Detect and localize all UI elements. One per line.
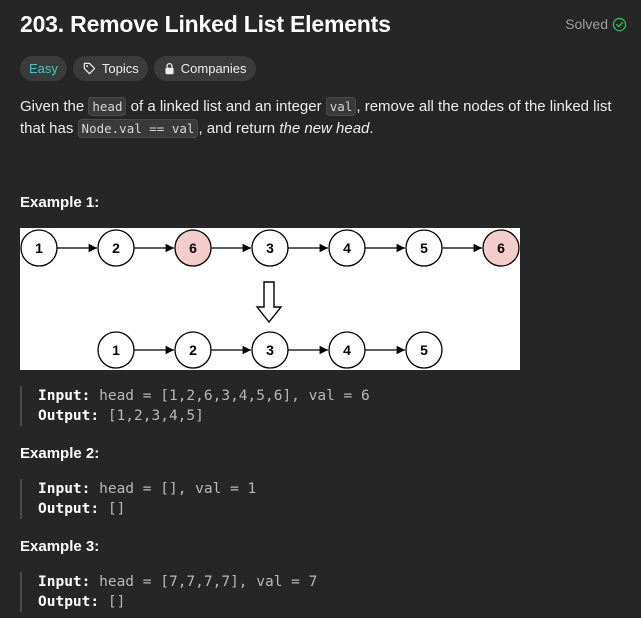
code-expr: Node.val == val [77,119,199,138]
top-node-label: 6 [497,240,505,256]
companies-button[interactable]: Companies [153,56,256,81]
example-2-block: Input: head = [], val = 1 Output: [] [20,479,256,519]
tag-icon [83,62,96,75]
lock-icon [165,62,174,75]
example-3-title: Example 3: [20,538,100,555]
desc-text: . [369,120,374,137]
solved-label: Solved [565,16,608,32]
code-head: head [88,97,127,116]
output-value: [] [99,594,126,610]
problem-description: Given the head of a linked list and an i… [20,96,630,140]
tag-row: Easy Topics Companies [20,56,256,81]
input-label: Input: [38,388,91,404]
output-label: Output: [38,594,100,610]
example-3-block: Input: head = [7,7,7,7], val = 7 Output:… [20,572,317,612]
problem-title: 203. Remove Linked List Elements [20,11,391,37]
bottom-node-label: 1 [112,342,120,358]
top-node-label: 4 [343,240,351,256]
top-node-label: 6 [189,240,197,256]
top-node-label: 5 [420,240,428,256]
topics-label: Topics [101,61,139,76]
check-circle-icon [612,17,627,31]
desc-text: Given the [20,98,89,115]
bottom-node-label: 5 [420,342,428,358]
top-node-label: 2 [112,240,120,256]
desc-text: of a linked list and an integer [126,98,326,115]
bottom-node-label: 2 [189,342,197,358]
down-arrow-icon [255,281,283,324]
output-value: [1,2,3,4,5] [99,408,204,424]
input-label: Input: [38,574,91,590]
example-1-block: Input: head = [1,2,6,3,4,5,6], val = 6 O… [20,386,370,426]
code-val: val [325,97,357,116]
desc-text: , and return [198,120,280,137]
input-value: head = [], val = 1 [90,481,257,497]
solved-status: Solved [565,16,627,32]
top-node-label: 3 [266,240,274,256]
linked-list-svg: 1 2 6 3 4 5 6 1 2 3 4 5 [20,229,520,369]
output-value: [] [99,501,126,517]
input-label: Input: [38,481,91,497]
output-label: Output: [38,501,100,517]
example-1-title: Example 1: [20,194,100,211]
example-2-title: Example 2: [20,445,100,462]
input-value: head = [7,7,7,7], val = 7 [90,574,318,590]
difficulty-badge: Easy [20,56,67,81]
desc-emphasis: the new head [279,120,370,137]
top-node-label: 1 [35,240,43,256]
bottom-node-label: 4 [343,342,351,358]
topics-button[interactable]: Topics [72,56,148,81]
input-value: head = [1,2,6,3,4,5,6], val = 6 [90,388,370,404]
bottom-node-label: 3 [266,342,274,358]
companies-label: Companies [180,61,247,76]
linked-list-diagram: 1 2 6 3 4 5 6 1 2 3 4 5 [20,228,520,370]
output-label: Output: [38,408,100,424]
difficulty-label: Easy [29,61,58,76]
